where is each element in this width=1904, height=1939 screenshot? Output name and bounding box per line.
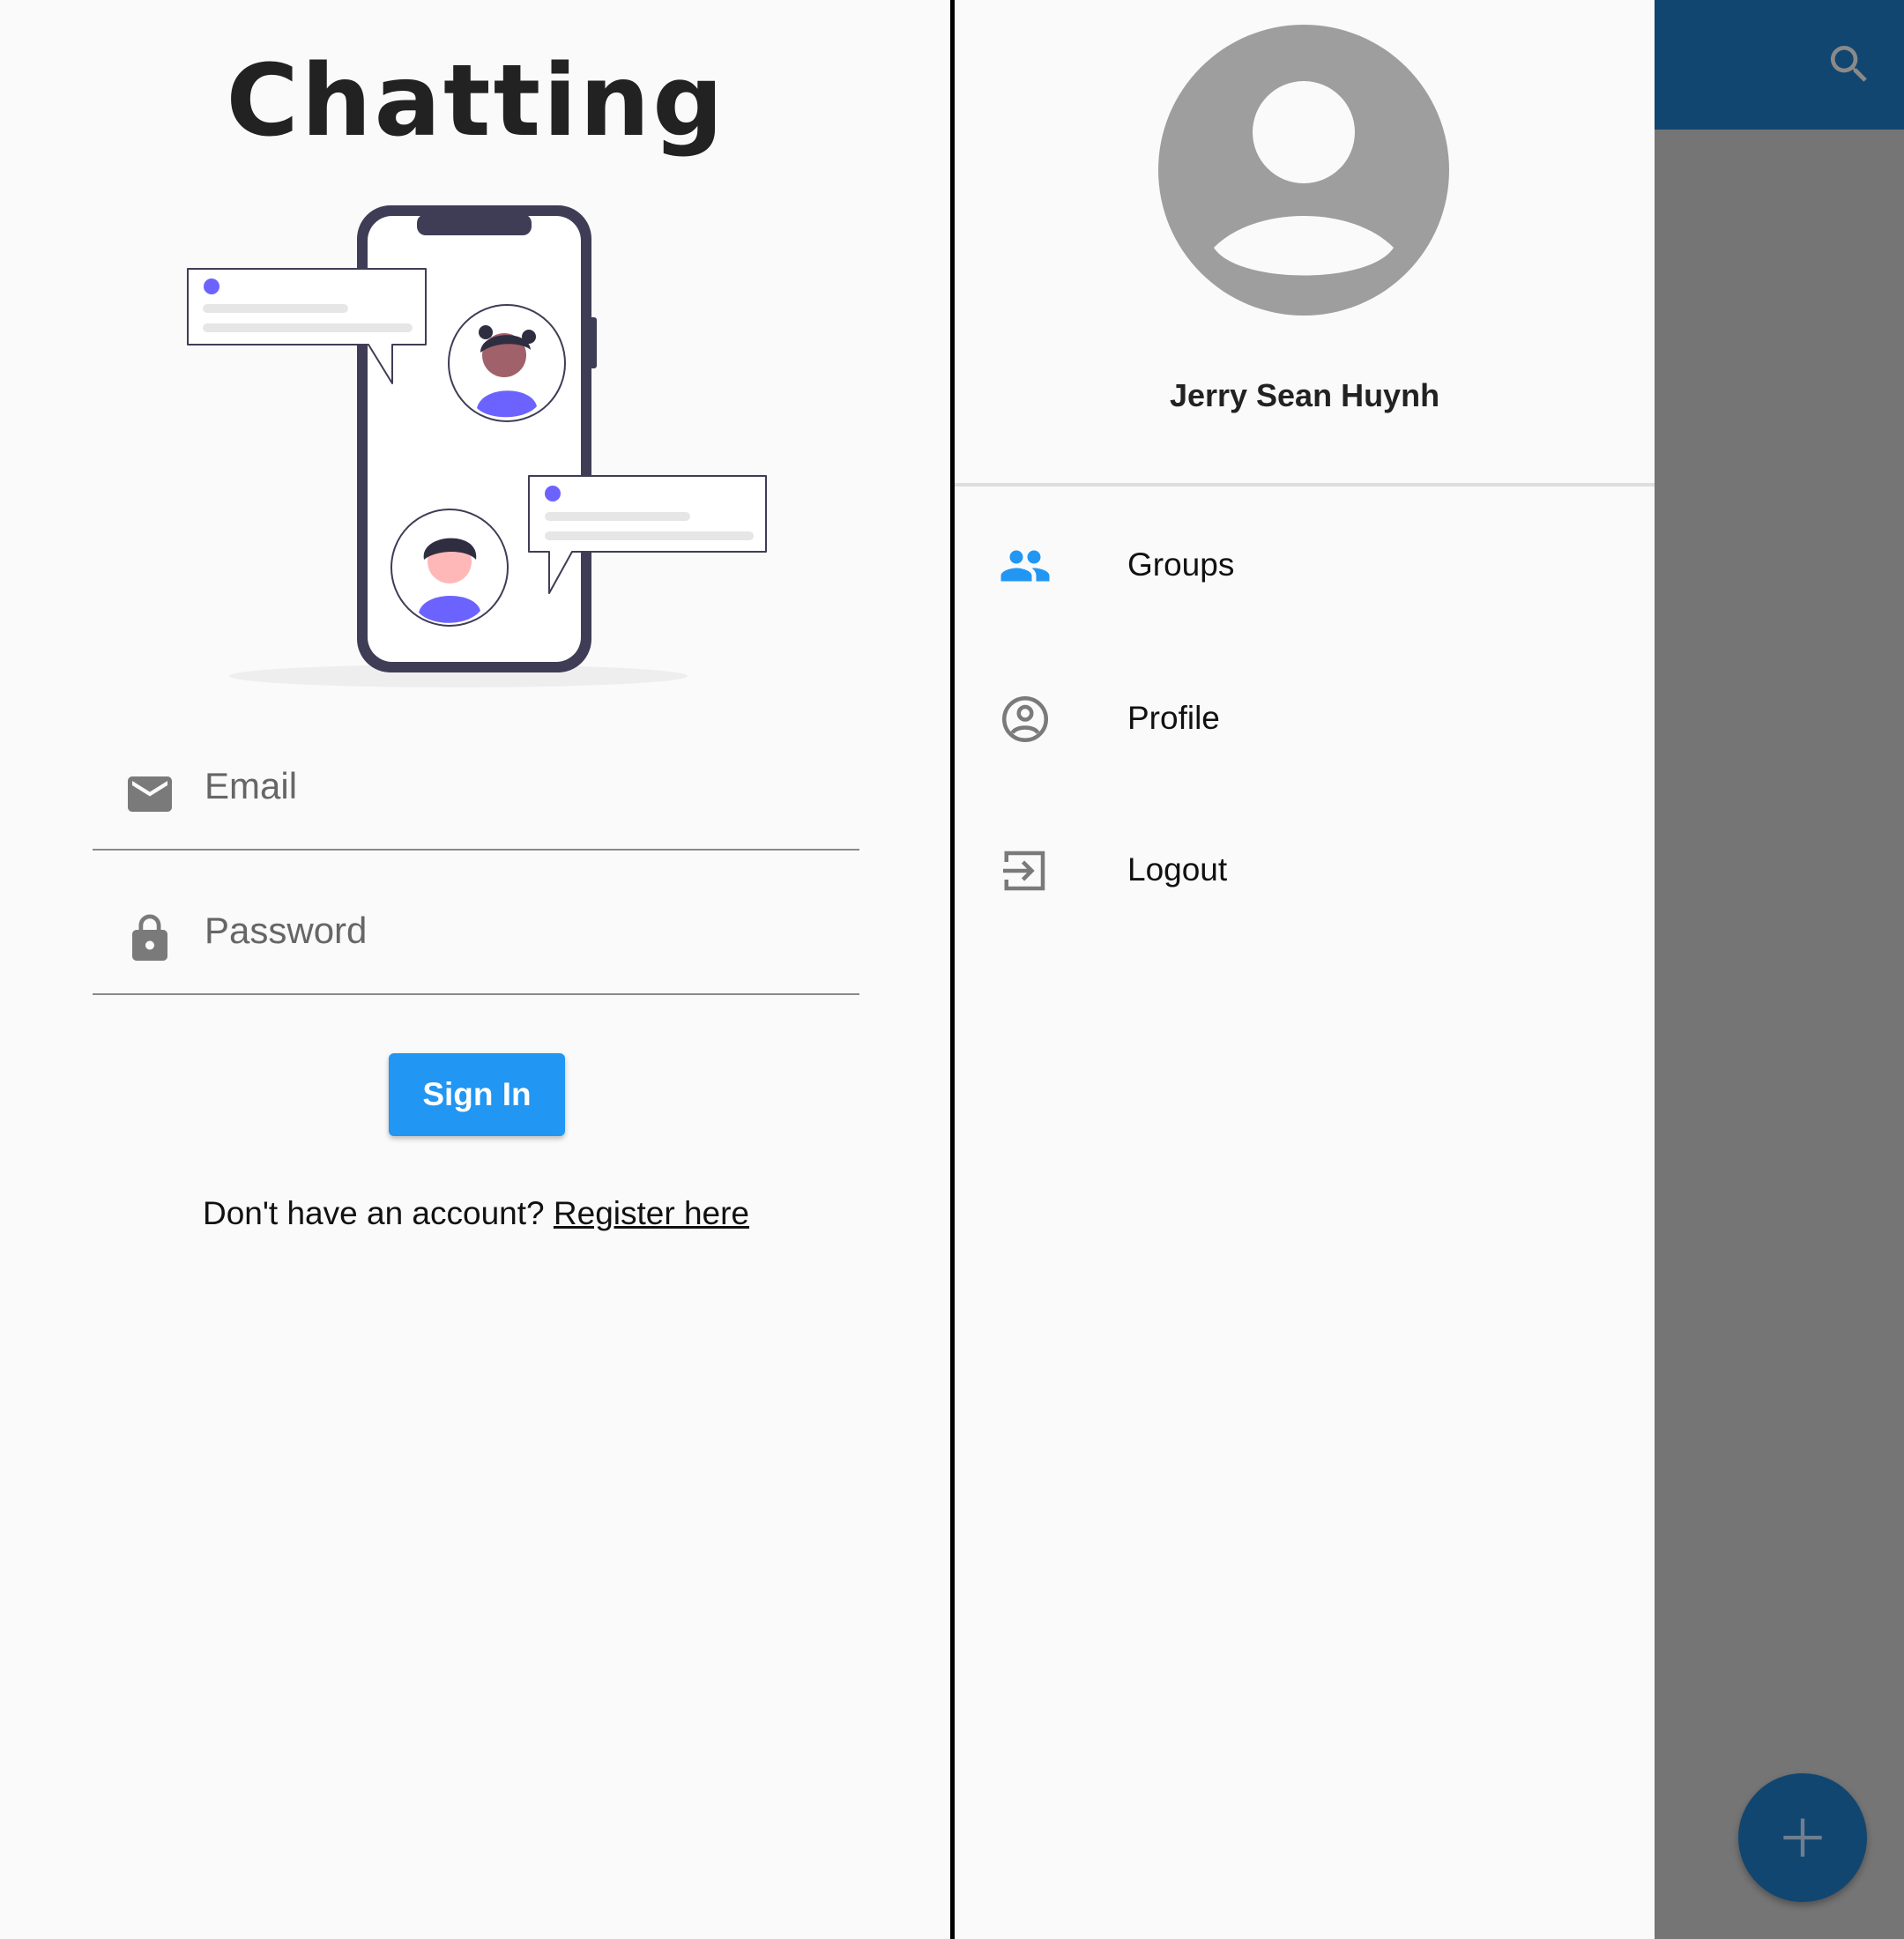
email-field[interactable]: Email bbox=[93, 752, 859, 851]
register-prompt: Don't have an account? Register here bbox=[0, 1195, 952, 1232]
menu-item-logout-label: Logout bbox=[1127, 851, 1228, 888]
register-link[interactable]: Register here bbox=[554, 1195, 749, 1231]
email-placeholder: Email bbox=[205, 765, 298, 806]
menu-item-profile-label: Profile bbox=[1127, 700, 1220, 736]
password-placeholder: Password bbox=[205, 910, 368, 951]
logout-icon bbox=[1003, 851, 1045, 891]
person-avatar-icon bbox=[1158, 25, 1449, 316]
email-icon bbox=[128, 776, 172, 812]
search-icon[interactable] bbox=[1825, 40, 1874, 89]
add-fab-button[interactable] bbox=[1738, 1773, 1867, 1902]
navigation-drawer: Jerry Sean Huynh Groups Profile Logout bbox=[955, 0, 1655, 1939]
menu-item-logout[interactable]: Logout bbox=[955, 818, 1655, 924]
plus-icon bbox=[1783, 1818, 1822, 1857]
register-prompt-text: Don't have an account? bbox=[202, 1195, 554, 1231]
user-name: Jerry Sean Huynh bbox=[1169, 377, 1440, 413]
chat-illustration bbox=[187, 205, 767, 687]
password-field[interactable]: Password bbox=[93, 896, 859, 995]
login-screen: Chatting Email Password Sign In Don't ha… bbox=[0, 0, 952, 1939]
menu-item-groups[interactable]: Groups bbox=[955, 513, 1655, 619]
lock-icon bbox=[132, 914, 167, 961]
account-circle-icon bbox=[1002, 696, 1048, 742]
groups-icon bbox=[1000, 550, 1050, 582]
drawer-divider bbox=[955, 483, 1655, 487]
menu-item-profile[interactable]: Profile bbox=[955, 666, 1655, 772]
app-title: Chatting bbox=[226, 44, 726, 159]
menu-item-groups-label: Groups bbox=[1127, 546, 1235, 583]
sign-in-button[interactable]: Sign In bbox=[389, 1053, 565, 1136]
